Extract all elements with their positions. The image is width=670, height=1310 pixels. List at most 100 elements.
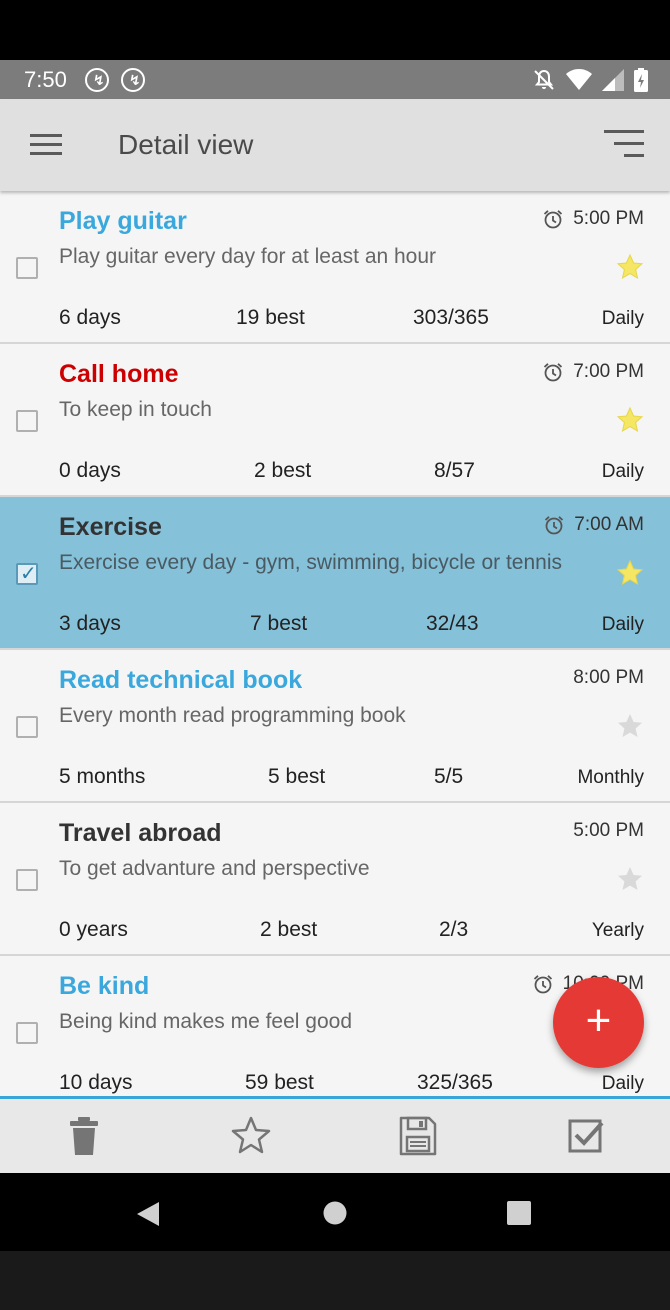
alarm-clock-icon <box>533 974 553 994</box>
habit-checkbox[interactable] <box>16 716 38 738</box>
signal-icon <box>602 69 624 91</box>
habit-streak: 10 days <box>59 1071 133 1094</box>
save-icon[interactable] <box>398 1115 438 1157</box>
star-icon[interactable] <box>616 406 644 434</box>
bottom-black-area <box>0 1251 670 1310</box>
status-time: 7:50 <box>24 67 67 92</box>
home-icon[interactable] <box>323 1201 347 1225</box>
habit-streak: 0 years <box>59 918 128 941</box>
star-icon[interactable] <box>616 865 644 893</box>
habit-description: Play guitar every day for at least an ho… <box>59 245 437 268</box>
habit-list[interactable]: Play guitar Play guitar every day for at… <box>0 191 670 1096</box>
habit-title: Be kind <box>59 972 150 1000</box>
add-habit-button[interactable]: + <box>553 977 644 1068</box>
star-icon[interactable] <box>616 712 644 740</box>
sort-icon[interactable] <box>604 130 644 158</box>
habit-best: 5 best <box>268 765 326 788</box>
habit-description: To get advanture and perspective <box>59 857 370 880</box>
habit-title: Play guitar <box>59 207 187 235</box>
habit-time: 7:00 PM <box>573 361 644 382</box>
bottom-toolbar <box>0 1096 670 1173</box>
habit-progress: 32/43 <box>426 612 479 635</box>
habit-best: 59 best <box>245 1071 314 1094</box>
page-title: Detail view <box>118 129 254 160</box>
habit-best: 2 best <box>254 459 312 482</box>
top-black-area <box>0 0 670 60</box>
habit-title: Travel abroad <box>59 819 222 847</box>
habit-time: 7:00 AM <box>574 514 644 535</box>
star-icon[interactable] <box>616 253 644 281</box>
app-bar: Detail view <box>0 99 670 191</box>
habit-title: Exercise <box>59 513 162 541</box>
habit-progress: 303/365 <box>413 306 489 329</box>
star-icon[interactable] <box>616 559 644 587</box>
add-icon: + <box>585 996 612 1045</box>
hamburger-menu-icon[interactable] <box>30 134 62 156</box>
habit-reminder-time: 7:00 PM <box>543 361 644 383</box>
habit-time: 5:00 PM <box>573 208 644 229</box>
habit-reminder-time: 8:00 PM <box>573 667 644 689</box>
habit-checkbox[interactable] <box>16 257 38 279</box>
habit-stats: 10 days 59 best 325/365 <box>0 1071 670 1096</box>
habit-reminder-time: 5:00 PM <box>573 820 644 842</box>
checkbox-icon[interactable] <box>566 1115 606 1157</box>
habit-title: Read technical book <box>59 666 303 694</box>
battery-icon <box>634 68 648 92</box>
habit-description: Every month read programming book <box>59 704 406 727</box>
checkmark-icon: ✓ <box>20 563 37 585</box>
habit-streak: 3 days <box>59 612 121 635</box>
habit-streak: 0 days <box>59 459 121 482</box>
wifi-icon <box>566 69 592 90</box>
trash-icon[interactable] <box>64 1115 104 1157</box>
habit-checkbox[interactable]: ✓ <box>16 563 38 585</box>
habit-reminder-time: 5:00 PM <box>543 208 644 230</box>
habit-best: 19 best <box>236 306 305 329</box>
habit-stats: 5 months 5 best 5/5 <box>0 765 670 791</box>
habit-description: Exercise every day - gym, swimming, bicy… <box>59 551 562 574</box>
habit-row[interactable]: Travel abroad To get advanture and persp… <box>0 803 670 956</box>
habit-checkbox[interactable] <box>16 869 38 891</box>
habit-best: 2 best <box>260 918 318 941</box>
habit-description: Being kind makes me feel good <box>59 1010 353 1033</box>
alarm-clock-icon <box>543 209 563 229</box>
mute-icon <box>534 69 554 90</box>
habit-progress: 325/365 <box>417 1071 493 1094</box>
status-icons <box>532 67 648 93</box>
notification-icon: ↯ <box>85 68 109 92</box>
habit-progress: 2/3 <box>439 918 469 941</box>
habit-stats: 0 days 2 best 8/57 <box>0 459 670 485</box>
habit-row[interactable]: Call home To keep in touch 7:00 PM 0 day… <box>0 344 670 497</box>
habit-best: 7 best <box>250 612 308 635</box>
habit-streak: 5 months <box>59 765 146 788</box>
system-nav-bar <box>0 1173 670 1251</box>
alarm-clock-icon <box>544 515 564 535</box>
habit-stats: 0 years 2 best 2/3 <box>0 918 670 944</box>
recents-icon[interactable] <box>507 1201 531 1225</box>
habit-streak: 6 days <box>59 306 121 329</box>
star-outline-icon[interactable] <box>231 1115 271 1157</box>
back-icon[interactable] <box>135 1201 161 1227</box>
habit-frequency: Monthly <box>577 767 644 788</box>
habit-reminder-time: 7:00 AM <box>544 514 644 536</box>
habit-frequency: Daily <box>601 614 644 635</box>
habit-frequency: Daily <box>601 461 644 482</box>
habit-frequency: Daily <box>601 308 644 329</box>
habit-time: 8:00 PM <box>573 667 644 688</box>
habit-row[interactable]: ✓ Exercise Exercise every day - gym, swi… <box>0 497 670 650</box>
habit-title: Call home <box>59 360 179 388</box>
habit-description: To keep in touch <box>59 398 212 421</box>
habit-progress: 5/5 <box>434 765 464 788</box>
habit-checkbox[interactable] <box>16 410 38 432</box>
habit-stats: 3 days 7 best 32/43 <box>0 612 670 638</box>
notification-icon: ↯ <box>121 68 145 92</box>
habit-progress: 8/57 <box>434 459 475 482</box>
habit-row[interactable]: Play guitar Play guitar every day for at… <box>0 191 670 344</box>
habit-stats: 6 days 19 best 303/365 <box>0 306 670 332</box>
habit-time: 5:00 PM <box>573 820 644 841</box>
habit-row[interactable]: Read technical book Every month read pro… <box>0 650 670 803</box>
habit-frequency: Yearly <box>591 920 644 941</box>
alarm-clock-icon <box>543 362 563 382</box>
habit-frequency: Daily <box>601 1073 644 1094</box>
habit-checkbox[interactable] <box>16 1022 38 1044</box>
status-bar: 7:50 ↯ ↯ <box>0 60 670 99</box>
